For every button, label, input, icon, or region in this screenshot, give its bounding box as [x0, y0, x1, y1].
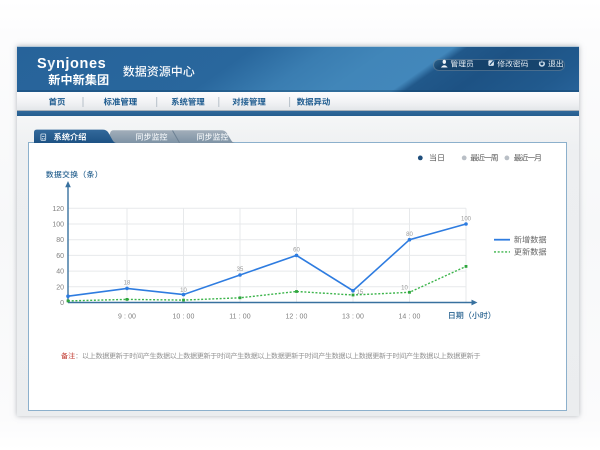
svg-text:14 : 00: 14 : 00	[398, 314, 420, 321]
svg-text:35: 35	[237, 267, 244, 273]
svg-text:60: 60	[56, 253, 64, 260]
svg-text:15: 15	[357, 290, 364, 296]
svg-text:100: 100	[461, 217, 472, 223]
svg-text:9 : 00: 9 : 00	[118, 314, 136, 321]
svg-text:18: 18	[124, 281, 131, 287]
svg-text:100: 100	[52, 222, 64, 229]
svg-text:80: 80	[56, 237, 64, 244]
svg-text:10 : 00: 10 : 00	[172, 314, 194, 321]
svg-text:13 : 00: 13 : 00	[342, 314, 364, 321]
svg-text:20: 20	[56, 284, 64, 291]
svg-text:80: 80	[406, 232, 413, 238]
svg-text:120: 120	[52, 206, 64, 213]
svg-text:10: 10	[401, 286, 408, 292]
svg-text:10: 10	[180, 288, 187, 294]
svg-text:11 : 00: 11 : 00	[229, 314, 251, 321]
svg-text:60: 60	[293, 248, 300, 254]
svg-text:0: 0	[60, 300, 64, 307]
svg-text:12 : 00: 12 : 00	[285, 314, 307, 321]
svg-text:40: 40	[56, 269, 64, 276]
